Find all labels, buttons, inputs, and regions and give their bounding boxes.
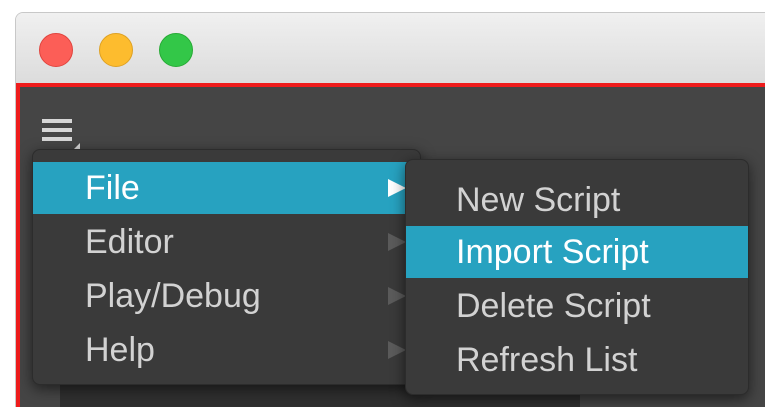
menu-item-label: Refresh List [456, 341, 638, 379]
menu-item-play-debug[interactable]: Play/Debug [33, 270, 420, 322]
submenu-arrow-icon [388, 287, 406, 305]
hamburger-menu-icon [42, 119, 80, 151]
app-window: File Editor Play/Debug Help New Script I… [15, 12, 765, 407]
file-submenu: New Script Import Script Delete Script R… [405, 159, 749, 395]
menu-item-editor[interactable]: Editor [33, 216, 420, 268]
menu-item-label: New Script [456, 181, 621, 219]
menu-item-import-script[interactable]: Import Script [406, 226, 748, 278]
main-menu: File Editor Play/Debug Help [32, 149, 421, 385]
menu-item-refresh-list[interactable]: Refresh List [406, 334, 748, 386]
menu-item-label: Import Script [456, 233, 649, 271]
menu-item-label: File [85, 169, 140, 207]
menu-item-delete-script[interactable]: Delete Script [406, 280, 748, 332]
menu-item-label: Delete Script [456, 287, 651, 325]
menu-item-label: Editor [85, 223, 174, 261]
submenu-arrow-icon [388, 179, 406, 197]
menu-item-new-script[interactable]: New Script [406, 174, 748, 226]
minimize-window-button[interactable] [99, 33, 133, 67]
menu-item-label: Help [85, 331, 155, 369]
submenu-arrow-icon [388, 233, 406, 251]
title-bar [16, 13, 765, 83]
submenu-arrow-icon [388, 341, 406, 359]
menu-item-label: Play/Debug [85, 277, 261, 315]
menu-item-file[interactable]: File [33, 162, 420, 214]
menu-item-help[interactable]: Help [33, 324, 420, 376]
close-window-button[interactable] [39, 33, 73, 67]
menu-button[interactable] [42, 117, 82, 153]
maximize-window-button[interactable] [159, 33, 193, 67]
